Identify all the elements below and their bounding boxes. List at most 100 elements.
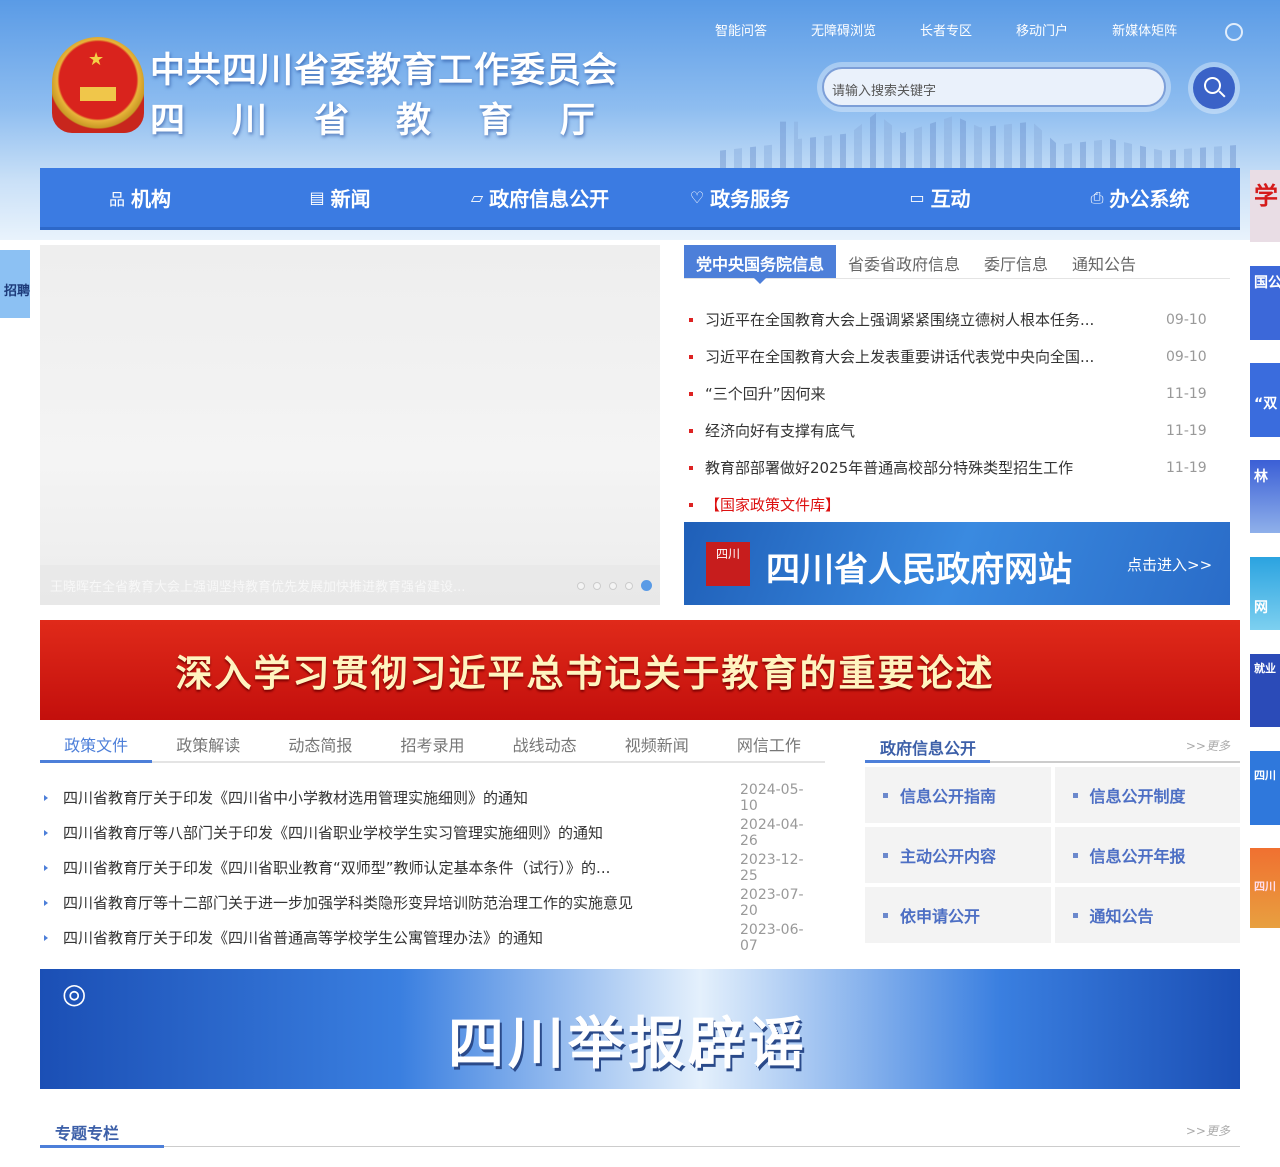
sichuan-seal-logo: 四川 bbox=[706, 542, 750, 586]
more-link[interactable]: >>更多 bbox=[1186, 737, 1230, 754]
nav-org[interactable]: 品机构 bbox=[40, 168, 240, 227]
tab-policy-interpret[interactable]: 政策解读 bbox=[152, 722, 264, 761]
tab-central[interactable]: 党中央国务院信息 bbox=[684, 245, 837, 284]
policy-title[interactable]: 四川省教育厅关于印发《四川省普通高等学校学生公寓管理办法》的通知 bbox=[63, 927, 740, 948]
policy-date: 2023-06-07 bbox=[740, 921, 804, 954]
nav-label: 新闻 bbox=[330, 187, 371, 211]
top-links: 智能问答 无障碍浏览 长者专区 移动门户 新媒体矩阵 bbox=[715, 20, 1280, 41]
list-item[interactable]: 经济向好有支撑有底气 11-19 bbox=[684, 412, 1230, 449]
nav-label: 办公系统 bbox=[1109, 187, 1190, 211]
main-nav: 品机构 ▤ 新闻 ▱ 政府信息公开 ♡ 政务服务 ▭ 互动 ⎙ 办公系统 bbox=[40, 168, 1240, 230]
nav-interact[interactable]: ▭ 互动 bbox=[840, 168, 1040, 227]
tab-notices[interactable]: 通知公告 bbox=[1060, 245, 1148, 278]
slider-dot-active[interactable] bbox=[641, 580, 652, 591]
study-banner[interactable]: 深入学习贯彻习近平总书记关于教育的重要论述 bbox=[40, 620, 1240, 720]
policy-title[interactable]: 四川省教育厅等八部门关于印发《四川省职业学校学生实习管理实施细则》的通知 bbox=[63, 822, 740, 843]
nav-gov-info[interactable]: ▱ 政府信息公开 bbox=[440, 168, 640, 227]
list-item[interactable]: 习近平在全国教育大会上发表重要讲话代表党中央向全国... 09-10 bbox=[684, 338, 1230, 375]
gov-info-grid: 信息公开指南 信息公开制度 主动公开内容 信息公开年报 依申请公开 通知公告 bbox=[865, 767, 1240, 943]
tab-front-news[interactable]: 战线动态 bbox=[489, 722, 601, 761]
list-item[interactable]: 四川省教育厅等八部门关于印发《四川省职业学校学生实习管理实施细则》的通知 2024… bbox=[40, 815, 820, 850]
float-banner[interactable]: 林 bbox=[1250, 460, 1280, 533]
float-recruit-banner[interactable]: 招聘 bbox=[0, 250, 30, 318]
search-button[interactable] bbox=[1193, 67, 1235, 109]
policy-title[interactable]: 四川省教育厅关于印发《四川省职业教育“双师型”教师认定基本条件（试行）》的... bbox=[63, 857, 740, 878]
link-elderly[interactable]: 长者专区 bbox=[920, 20, 972, 41]
tab-cyber[interactable]: 网信工作 bbox=[713, 722, 825, 761]
heart-hand-icon: ♡ bbox=[689, 188, 705, 207]
gov-info-by-request[interactable]: 依申请公开 bbox=[865, 887, 1051, 943]
list-item[interactable]: “三个回升”因何来 11-19 bbox=[684, 375, 1230, 412]
list-item[interactable]: 四川省教育厅等十二部门关于进一步加强学科类隐形变异培训防范治理工作的实施意见 20… bbox=[40, 885, 820, 920]
tab-department[interactable]: 委厅信息 bbox=[972, 245, 1060, 278]
site-subtitle: 四川省教育厅 bbox=[150, 92, 595, 143]
policy-library-link[interactable]: 【国家政策文件库】 bbox=[684, 486, 1230, 523]
policy-title[interactable]: 四川省教育厅等十二部门关于进一步加强学科类隐形变异培训防范治理工作的实施意见 bbox=[63, 892, 740, 913]
chat-icon: ▭ bbox=[909, 188, 925, 207]
tab-policy-docs[interactable]: 政策文件 bbox=[40, 722, 153, 763]
news-title[interactable]: 习近平在全国教育大会上强调紧紧围绕立德树人根本任务... bbox=[705, 309, 1166, 330]
list-item[interactable]: 习近平在全国教育大会上强调紧紧围绕立德树人根本任务... 09-10 bbox=[684, 301, 1230, 338]
slider-dot[interactable] bbox=[609, 582, 617, 590]
tab-recruitment[interactable]: 招考录用 bbox=[376, 722, 488, 761]
city-skyline-decoration bbox=[720, 112, 1240, 168]
gov-info-guide[interactable]: 信息公开指南 bbox=[865, 767, 1051, 823]
slider-dot[interactable] bbox=[625, 582, 633, 590]
enter-link[interactable]: 点击进入>> bbox=[1127, 554, 1212, 575]
float-banner[interactable]: 四川 bbox=[1250, 848, 1280, 928]
report-banner-text: 四川举报辟谣 bbox=[448, 1012, 808, 1077]
search-input[interactable]: 请输入搜索关键字 bbox=[822, 67, 1166, 107]
float-banner[interactable]: 四川 bbox=[1250, 751, 1280, 825]
tab-video[interactable]: 视频新闻 bbox=[601, 722, 713, 761]
news-title[interactable]: 教育部部署做好2025年普通高校部分特殊类型招生工作 bbox=[705, 457, 1166, 478]
subtitle-char: 四 bbox=[150, 101, 186, 141]
gov-info-proactive[interactable]: 主动公开内容 bbox=[865, 827, 1051, 883]
slider-dot[interactable] bbox=[593, 582, 601, 590]
float-banner[interactable]: 学 bbox=[1250, 170, 1280, 242]
tab-briefing[interactable]: 动态简报 bbox=[264, 722, 376, 761]
nav-office[interactable]: ⎙ 办公系统 bbox=[1040, 168, 1240, 227]
national-emblem-logo: ★ bbox=[52, 37, 144, 133]
nav-label: 政府信息公开 bbox=[489, 187, 610, 211]
news-title[interactable]: “三个回升”因何来 bbox=[705, 383, 1166, 404]
nav-label: 政务服务 bbox=[710, 187, 791, 211]
nav-label: 互动 bbox=[930, 187, 971, 211]
list-item[interactable]: 四川省教育厅关于印发《四川省普通高等学校学生公寓管理办法》的通知 2023-06-… bbox=[40, 920, 820, 955]
link-new-media[interactable]: 新媒体矩阵 bbox=[1112, 20, 1244, 41]
slider-dot[interactable] bbox=[577, 582, 585, 590]
news-title[interactable]: 习近平在全国教育大会上发表重要讲话代表党中央向全国... bbox=[705, 346, 1166, 367]
gov-info-title: 政府信息公开 bbox=[880, 739, 977, 758]
gov-info-system[interactable]: 信息公开制度 bbox=[1054, 767, 1240, 823]
float-banner[interactable]: 国公 bbox=[1250, 266, 1280, 340]
folder-icon: ▱ bbox=[470, 188, 484, 207]
link-accessibility[interactable]: 无障碍浏览 bbox=[811, 20, 876, 41]
nav-news[interactable]: ▤ 新闻 bbox=[240, 168, 440, 227]
logo-icon: ◎ bbox=[62, 977, 87, 1010]
list-item[interactable]: 四川省教育厅关于印发《四川省职业教育“双师型”教师认定基本条件（试行）》的...… bbox=[40, 850, 820, 885]
special-title: 专题专栏 bbox=[55, 1124, 120, 1143]
news-title[interactable]: 经济向好有支撑有底气 bbox=[705, 420, 1166, 441]
policy-date: 2023-07-20 bbox=[740, 886, 804, 919]
news-tabs: 党中央国务院信息 省委省政府信息 委厅信息 通知公告 bbox=[684, 245, 1230, 284]
link-smart-qa[interactable]: 智能问答 bbox=[715, 20, 767, 41]
image-slider[interactable]: 王晓晖在全省教育大会上强调坚持教育优先发展加快推进教育强省建设... bbox=[40, 245, 660, 605]
float-banner[interactable]: 就业 bbox=[1250, 654, 1280, 727]
slide-caption[interactable]: 王晓晖在全省教育大会上强调坚持教育优先发展加快推进教育强省建设... bbox=[40, 565, 660, 605]
policy-title[interactable]: 四川省教育厅关于印发《四川省中小学教材选用管理实施细则》的通知 bbox=[63, 787, 740, 808]
site-title: 中共四川省委教育工作委员会 bbox=[150, 51, 619, 91]
list-item[interactable]: 四川省教育厅关于印发《四川省中小学教材选用管理实施细则》的通知 2024-05-1… bbox=[40, 780, 820, 815]
float-banner[interactable]: 网 bbox=[1250, 557, 1280, 630]
report-rumor-banner[interactable]: ◎ 四川举报辟谣 bbox=[40, 969, 1240, 1089]
float-banner[interactable]: “双 bbox=[1250, 363, 1280, 437]
gov-info-annual-report[interactable]: 信息公开年报 bbox=[1054, 827, 1240, 883]
document-icon: ▤ bbox=[309, 188, 325, 207]
tab-provincial[interactable]: 省委省政府信息 bbox=[836, 245, 972, 278]
nav-services[interactable]: ♡ 政务服务 bbox=[640, 168, 840, 227]
link-mobile[interactable]: 移动门户 bbox=[1016, 20, 1068, 41]
provincial-gov-site-banner[interactable]: 四川 四川省人民政府网站 点击进入>> bbox=[684, 522, 1230, 605]
gov-info-notices[interactable]: 通知公告 bbox=[1054, 887, 1240, 943]
library-label[interactable]: 【国家政策文件库】 bbox=[705, 494, 1230, 515]
printer-icon: ⎙ bbox=[1090, 187, 1104, 207]
list-item[interactable]: 教育部部署做好2025年普通高校部分特殊类型招生工作 11-19 bbox=[684, 449, 1230, 486]
more-link[interactable]: >>更多 bbox=[1186, 1122, 1230, 1139]
